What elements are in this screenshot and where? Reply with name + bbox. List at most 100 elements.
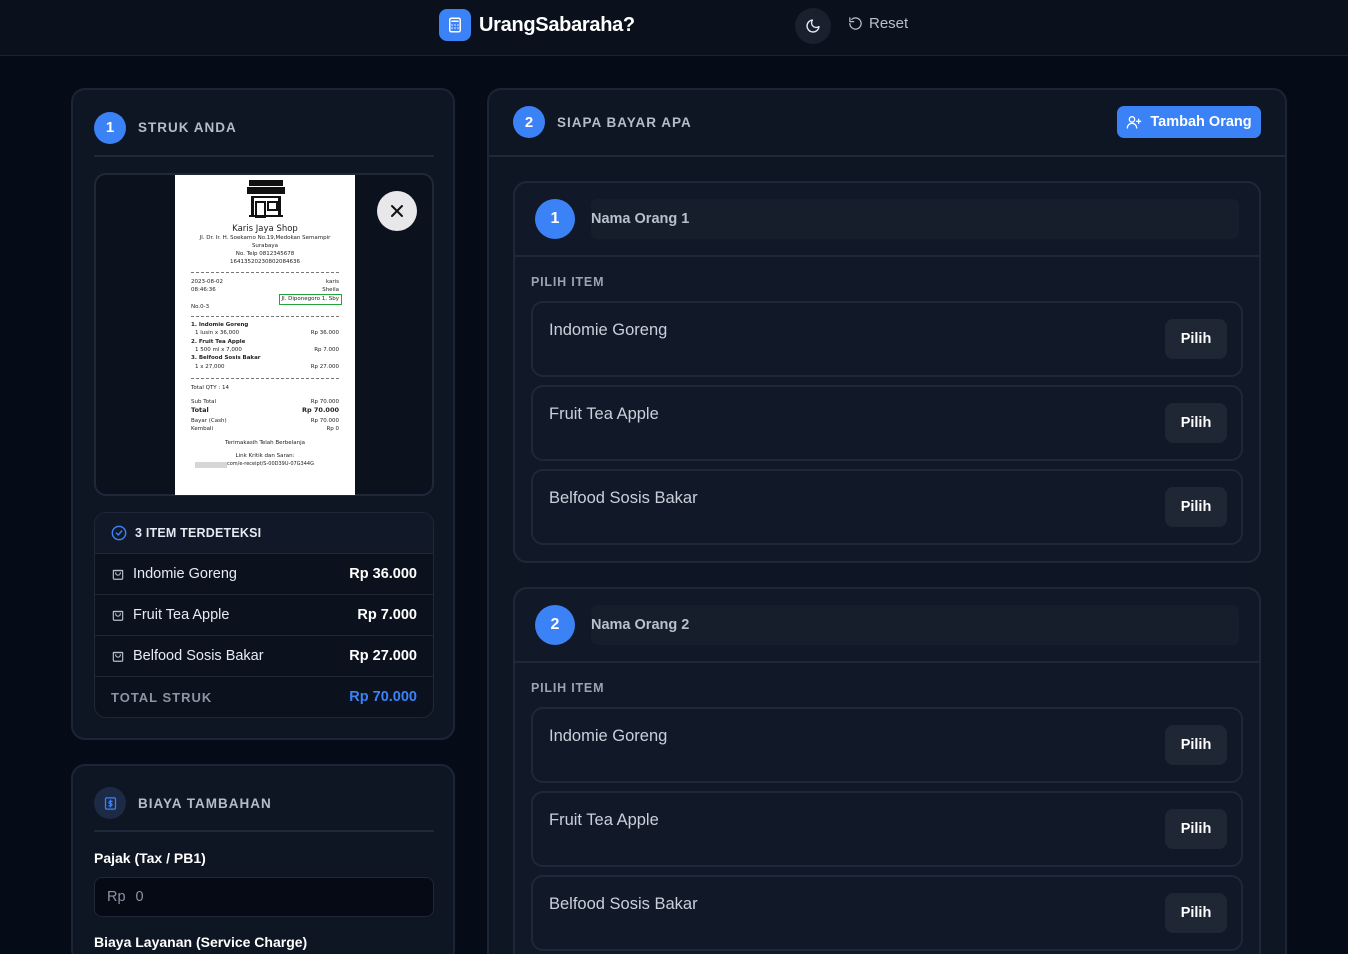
receipt-card-header: 1 STRUK ANDA — [94, 110, 434, 157]
receipt-card: 1 STRUK ANDA Karis Jaya Shop Jl. Dr. Ir.… — [71, 88, 455, 740]
total-value: Rp 70.000 — [349, 689, 417, 705]
step-badge: 2 — [513, 106, 545, 138]
receipt-line-title: 2. Fruit Tea Apple — [191, 339, 246, 345]
app-title: UrangSabaraha? — [479, 13, 635, 36]
person-header: 1 Nama Orang 1 — [515, 183, 1259, 257]
check-circle-icon — [111, 525, 127, 541]
section-title: SIAPA BAYAR APA — [557, 115, 692, 130]
pick-item: Fruit Tea Apple Pilih — [531, 791, 1243, 867]
pick-button[interactable]: Pilih — [1165, 319, 1227, 359]
receipt-total-row: TOTAL STRUK Rp 70.000 — [95, 677, 433, 717]
extra-fees-card: BIAYA TAMBAHAN Pajak (Tax / PB1) Rp 0 Bi… — [71, 764, 455, 954]
receipt-change-label: Kembali — [191, 426, 213, 432]
receipt-divider — [191, 272, 339, 273]
pick-button[interactable]: Pilih — [1165, 809, 1227, 849]
shop-icon — [247, 180, 285, 218]
receipt-image: Karis Jaya Shop Jl. Dr. Ir. H. Soekarno … — [175, 175, 355, 495]
receipt-total: Rp 70.000 — [301, 406, 339, 414]
receipt-cashier: karis — [325, 279, 339, 285]
total-label: TOTAL STRUK — [111, 689, 213, 705]
person-number: 1 — [535, 199, 575, 239]
pick-item: Belfood Sosis Bakar Pilih — [531, 875, 1243, 951]
receipt-subtotal: Rp 70.000 — [310, 399, 339, 405]
receipt-line-amount: Rp 27.000 — [310, 364, 339, 370]
shopping-bag-icon — [112, 610, 124, 621]
receipt-line-title: 3. Belfood Sosis Bakar — [191, 355, 261, 361]
person-number: 2 — [535, 605, 575, 645]
reset-label: Reset — [869, 15, 909, 32]
pick-item: Fruit Tea Apple Pilih — [531, 385, 1243, 461]
reset-button[interactable]: Reset — [848, 15, 908, 32]
detected-items-header: 3 ITEM TERDETEKSI — [95, 513, 433, 554]
receipt-total-qty: Total QTY : 14 — [191, 385, 229, 391]
receipt-feedback: Link Kritik dan Saran: — [235, 453, 295, 459]
item-name: Belfood Sosis Bakar — [133, 648, 264, 664]
people-card-header: 2 SIAPA BAYAR APA Tambah Orang — [489, 90, 1285, 157]
receipt-divider — [191, 378, 339, 379]
receipt-line-detail: 1 lusin x 36,000 — [195, 330, 240, 336]
receipt-number: No.0-3 — [191, 304, 210, 310]
item-price: Rp 36.000 — [349, 566, 417, 582]
pick-button[interactable]: Pilih — [1165, 403, 1227, 443]
receipt-line-amount: Rp 36.000 — [310, 330, 339, 336]
currency-prefix: Rp — [107, 889, 126, 905]
people-card: 2 SIAPA BAYAR APA Tambah Orang 1 Nama Or… — [487, 88, 1287, 954]
pick-item-name: Fruit Tea Apple — [549, 405, 659, 423]
item-price: Rp 7.000 — [357, 607, 417, 623]
receipt-highlight: Jl. Diponegoro 1, Sby — [278, 294, 342, 305]
pick-item-name: Belfood Sosis Bakar — [549, 895, 698, 913]
rotate-ccw-icon — [849, 17, 862, 30]
receipt-divider — [191, 316, 339, 317]
brand[interactable]: UrangSabaraha? — [439, 9, 635, 41]
tax-label: Pajak (Tax / PB1) — [94, 850, 206, 866]
receipt-line-title: 1. Indomie Goreng — [191, 322, 249, 328]
pick-items-label: PILIH ITEM — [531, 681, 605, 695]
receipt-line-detail: 1 x 27,000 — [195, 364, 225, 370]
receipt-thanks: Terimakasih Telah Berbelanja — [225, 440, 305, 446]
tax-value: 0 — [135, 889, 144, 905]
step-badge: 1 — [94, 111, 126, 144]
receipt-address-2: Surabaya — [251, 243, 279, 249]
extra-fees-header: BIAYA TAMBAHAN — [94, 786, 434, 832]
receipt-image-frame: Karis Jaya Shop Jl. Dr. Ir. H. Soekarno … — [94, 173, 434, 496]
receipt-address-1: Jl. Dr. Ir. H. Soekarno No.19,Medokan Se… — [199, 235, 331, 241]
pick-button[interactable]: Pilih — [1165, 893, 1227, 933]
person-name-input[interactable]: Nama Orang 1 — [591, 199, 1239, 239]
pick-button[interactable]: Pilih — [1165, 487, 1227, 527]
receipt-phone: No. Telp 0812345678 — [235, 251, 295, 257]
receipt-customer: Sheila — [322, 287, 339, 293]
dollar-receipt-icon — [104, 796, 116, 810]
theme-toggle-button[interactable] — [795, 8, 831, 44]
calculator-icon — [439, 9, 471, 41]
tax-input[interactable]: Rp 0 — [94, 877, 434, 917]
pick-item: Indomie Goreng Pilih — [531, 707, 1243, 783]
moon-icon — [806, 19, 820, 33]
person-name-input[interactable]: Nama Orang 2 — [591, 605, 1239, 645]
person-card: 2 Nama Orang 2 PILIH ITEM Indomie Goreng… — [513, 587, 1261, 954]
receipt-pay: Rp 70.000 — [310, 418, 339, 424]
detected-items: 3 ITEM TERDETEKSI Indomie Goreng Rp 36.0… — [94, 512, 434, 718]
receipt-redacted — [195, 462, 227, 468]
receipt-shop-name: Karis Jaya Shop — [232, 224, 298, 234]
detected-items-title: 3 ITEM TERDETEKSI — [135, 526, 262, 540]
person-card: 1 Nama Orang 1 PILIH ITEM Indomie Goreng… — [513, 181, 1261, 563]
pick-button[interactable]: Pilih — [1165, 725, 1227, 765]
list-item: Fruit Tea Apple Rp 7.000 — [95, 595, 433, 636]
pick-item-name: Fruit Tea Apple — [549, 811, 659, 829]
pick-item-name: Indomie Goreng — [549, 321, 668, 339]
pick-item-name: Belfood Sosis Bakar — [549, 489, 698, 507]
receipt-code: 16413520230802084636 — [230, 259, 300, 265]
list-item: Indomie Goreng Rp 36.000 — [95, 554, 433, 595]
list-item: Belfood Sosis Bakar Rp 27.000 — [95, 636, 433, 677]
item-name: Indomie Goreng — [133, 566, 237, 582]
remove-receipt-button[interactable] — [377, 191, 417, 231]
receipt-line-amount: Rp 7.000 — [314, 347, 339, 353]
pick-item: Indomie Goreng Pilih — [531, 301, 1243, 377]
add-person-button[interactable]: Tambah Orang — [1117, 106, 1261, 138]
receipt-time: 08:46:36 — [191, 287, 216, 293]
receipt-date: 2023-08-02 — [191, 279, 223, 285]
close-icon — [391, 205, 403, 217]
pick-items-label: PILIH ITEM — [531, 275, 605, 289]
receipt-link: com/e-receipt/S-00D39U-07G344G — [227, 461, 314, 467]
pick-item-name: Indomie Goreng — [549, 727, 668, 745]
